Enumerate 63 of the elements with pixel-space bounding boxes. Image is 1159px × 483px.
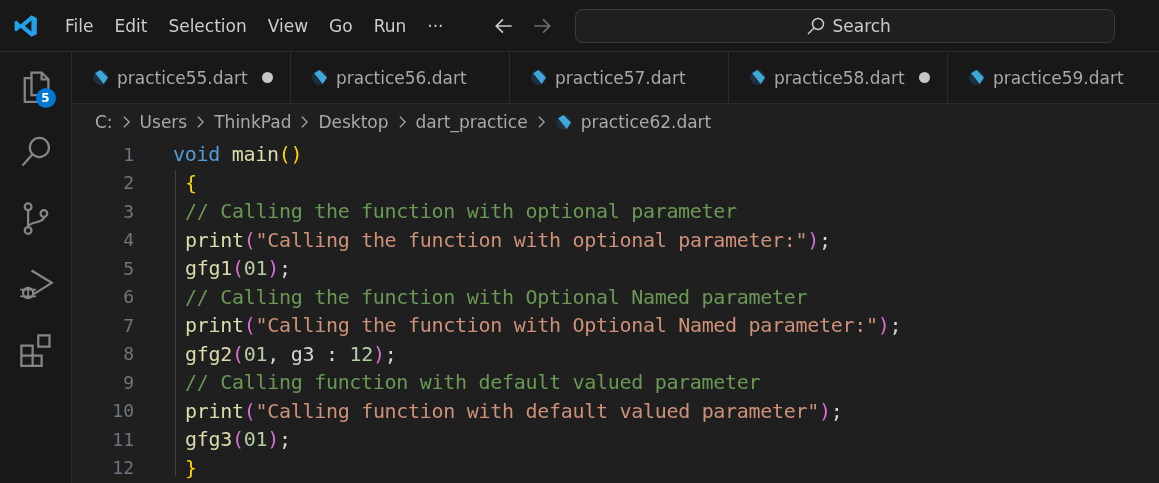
breadcrumb-item[interactable]: dart_practice — [415, 112, 528, 132]
line-number: 4 — [122, 229, 134, 251]
code-line: gfg2(01, g3 : 12); — [184, 341, 397, 366]
editor-tab[interactable]: practice58.dart — [729, 52, 948, 103]
search-icon — [806, 15, 827, 36]
breadcrumb-item[interactable]: C: — [95, 112, 113, 132]
dart-file-icon — [92, 69, 109, 86]
breadcrumb-item[interactable]: ThinkPad — [214, 112, 292, 132]
line-number: 3 — [122, 200, 134, 222]
tab-label: practice58.dart — [774, 67, 905, 88]
app-logo-icon — [13, 12, 39, 39]
chevron-icon — [397, 115, 407, 129]
line-number: 6 — [122, 286, 134, 308]
tab-label: practice55.dart — [117, 67, 248, 88]
line-number: 1 — [122, 143, 134, 165]
menu-item[interactable]: Edit — [114, 15, 148, 36]
code-line: print("Calling the function with Optional Named parameter:"); — [184, 313, 902, 338]
code-line: // Calling function with default valued parameter — [184, 370, 761, 395]
line-number: 5 — [122, 257, 134, 279]
chevron-icon — [536, 115, 546, 129]
menu-item[interactable]: Go — [329, 15, 353, 36]
line-number: 11 — [111, 428, 134, 450]
menu-item[interactable]: Selection — [168, 15, 247, 36]
dart-file-icon — [530, 69, 547, 86]
chevron-icon — [300, 115, 310, 129]
line-number: 7 — [122, 314, 134, 336]
code-line: gfg3(01); — [184, 427, 291, 452]
editor-tab[interactable]: practice57.dart — [510, 52, 729, 103]
code-line: gfg1(01); — [184, 256, 291, 281]
tab-label: practice56.dart — [336, 67, 467, 88]
code-line: void main() — [173, 142, 303, 167]
dart-file-icon — [749, 69, 766, 86]
notification-badge: 5 — [35, 88, 56, 108]
extensions-icon[interactable] — [17, 332, 54, 368]
line-number: 12 — [111, 457, 134, 479]
code-line: print("Calling function with default valued parameter"); — [184, 398, 843, 423]
code-line: // Calling the function with Optional Named parameter — [184, 284, 808, 309]
line-number: 8 — [122, 343, 134, 365]
menu-item[interactable]: Run — [373, 15, 407, 36]
dart-file-icon — [311, 69, 328, 86]
menu-item[interactable]: View — [267, 15, 309, 36]
code-line: // Calling the function with optional parameter — [184, 199, 737, 224]
breadcrumb-item[interactable]: Desktop — [318, 112, 389, 132]
dart-file-icon — [968, 69, 985, 86]
breadcrumb-item[interactable]: practice62.dart — [580, 112, 712, 132]
code-line: } — [184, 455, 197, 480]
editor-tab[interactable]: practice55.dart — [72, 52, 291, 103]
tab-label: practice59.dart — [993, 67, 1124, 88]
line-number: 10 — [111, 400, 134, 422]
search-field[interactable]: Search — [575, 8, 1116, 43]
dart-file-icon — [554, 113, 572, 131]
editor-tab[interactable]: practice56.dart — [291, 52, 510, 103]
menu-item[interactable]: File — [65, 15, 94, 36]
chevron-icon — [196, 115, 206, 129]
breadcrumb-item[interactable]: Users — [139, 112, 188, 132]
code-line: print("Calling the function with optional parameter:"); — [184, 227, 831, 252]
editor-tab[interactable]: practice59.dart — [948, 52, 1159, 103]
tab-label: practice57.dart — [555, 67, 686, 88]
menu-item[interactable]: ··· — [427, 15, 444, 36]
chevron-icon — [121, 115, 131, 129]
line-number: 9 — [122, 371, 134, 393]
code-line: { — [184, 170, 197, 195]
line-number: 2 — [122, 172, 134, 194]
